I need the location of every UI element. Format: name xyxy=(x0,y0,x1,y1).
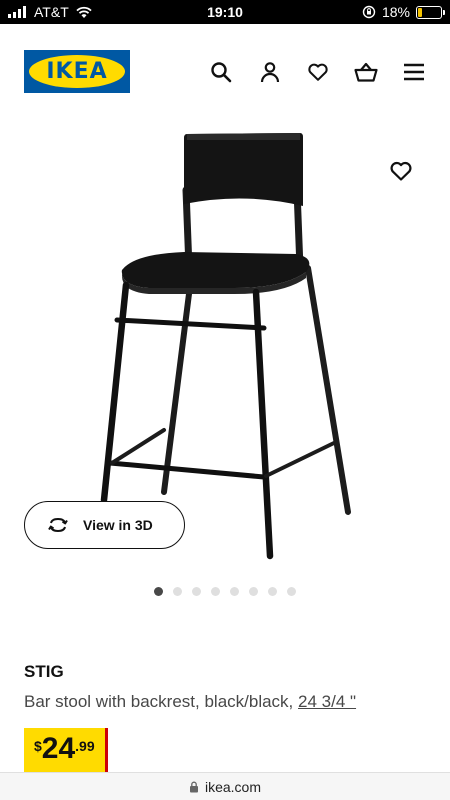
basket-button[interactable] xyxy=(354,60,378,84)
image-carousel-dots xyxy=(0,587,450,596)
price-tag: $ 24 .99 xyxy=(24,728,105,772)
carousel-dot[interactable] xyxy=(211,587,220,596)
status-bar: AT&T 19:10 18% xyxy=(0,0,450,24)
menu-icon xyxy=(404,63,424,81)
basket-icon xyxy=(354,62,378,82)
site-header: IKEA xyxy=(0,24,450,120)
price-whole: 24 xyxy=(41,732,76,765)
browser-url-bar[interactable]: ikea.com xyxy=(0,772,450,800)
price-currency: $ xyxy=(34,738,42,754)
logo-oval: IKEA xyxy=(29,55,125,88)
status-right: 18% xyxy=(362,4,445,20)
battery-icon xyxy=(416,5,445,19)
carousel-dot[interactable] xyxy=(268,587,277,596)
search-button[interactable] xyxy=(209,60,233,84)
heart-icon xyxy=(308,63,328,81)
logo-text: IKEA xyxy=(46,59,108,84)
account-icon xyxy=(260,62,280,83)
product-name: STIG xyxy=(24,662,64,681)
carousel-dot[interactable] xyxy=(249,587,258,596)
view-in-3d-label: View in 3D xyxy=(83,517,153,533)
price-decimal: .99 xyxy=(75,738,95,754)
heart-icon xyxy=(390,161,412,181)
carousel-dot[interactable] xyxy=(173,587,182,596)
account-button[interactable] xyxy=(258,60,282,84)
view-in-3d-button[interactable]: View in 3D xyxy=(24,501,185,549)
search-icon xyxy=(211,62,232,83)
orientation-lock-icon xyxy=(362,5,376,19)
battery-level xyxy=(418,7,422,17)
ikea-logo[interactable]: IKEA xyxy=(24,50,130,93)
product-description: Bar stool with backrest, black/black, 24… xyxy=(24,692,356,712)
battery-percent: 18% xyxy=(381,4,410,20)
save-to-list-button[interactable] xyxy=(387,157,415,185)
product-description-text: Bar stool with backrest, black/black, xyxy=(24,692,294,711)
url-text: ikea.com xyxy=(204,778,262,795)
lock-icon xyxy=(189,781,198,792)
menu-button[interactable] xyxy=(402,60,426,84)
rotate-3d-icon xyxy=(48,517,68,533)
carousel-dot[interactable] xyxy=(154,587,163,596)
wishlist-button[interactable] xyxy=(306,60,330,84)
carousel-dot[interactable] xyxy=(192,587,201,596)
product-size-link[interactable]: 24 3/4 " xyxy=(298,692,356,711)
carousel-dot[interactable] xyxy=(230,587,239,596)
carousel-dot[interactable] xyxy=(287,587,296,596)
